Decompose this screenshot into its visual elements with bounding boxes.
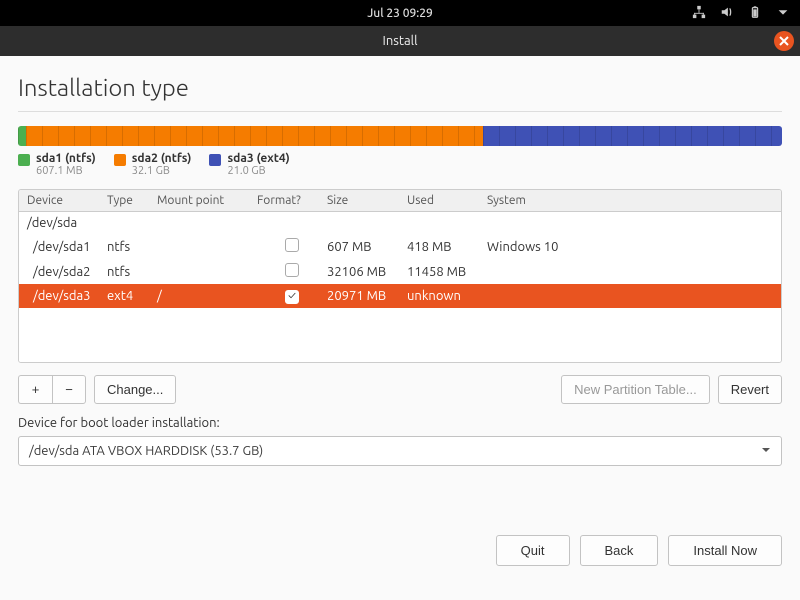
revert-button[interactable]: Revert	[718, 375, 782, 404]
partition-table: Device Type Mount point Format? Size Use…	[18, 189, 782, 363]
partition-table-body: /dev/sda/dev/sda1ntfs 607 MB418 MBWindows…	[19, 212, 781, 362]
bootloader-value: /dev/sda ATA VBOX HARDDISK (53.7 GB)	[29, 444, 263, 458]
gnome-topbar: Jul 23 09:29	[0, 0, 800, 26]
legend-item[interactable]: sda3 (ext4)21.0 GB	[209, 152, 289, 177]
cell-size: 32106 MB	[327, 265, 407, 279]
legend-size: 607.1 MB	[36, 165, 96, 177]
legend-item[interactable]: sda2 (ntfs)32.1 GB	[114, 152, 192, 177]
bootloader-select[interactable]: /dev/sda ATA VBOX HARDDISK (53.7 GB)	[18, 436, 782, 466]
legend-swatch	[18, 154, 30, 166]
disk-segment[interactable]	[18, 126, 26, 146]
cell-used: 418 MB	[407, 240, 487, 254]
page-title: Installation type	[18, 74, 782, 101]
col-system[interactable]: System	[487, 194, 773, 207]
wizard-footer: Quit Back Install Now	[496, 535, 782, 566]
divider	[18, 111, 782, 112]
window-titlebar: Install	[0, 26, 800, 56]
cell-used: 11458 MB	[407, 265, 487, 279]
partition-row[interactable]: /dev/sda1ntfs 607 MB418 MBWindows 10	[19, 234, 781, 259]
cell-type: ntfs	[107, 265, 157, 279]
cell-size: 20971 MB	[327, 289, 407, 303]
volume-icon[interactable]	[720, 5, 734, 22]
format-checkbox[interactable]	[285, 238, 299, 252]
cell-device: /dev/sda1	[27, 240, 107, 254]
cell-system: Windows 10	[487, 240, 773, 254]
installer-window: Installation type sda1 (ntfs)607.1 MBsda…	[0, 56, 800, 600]
disk-legend: sda1 (ntfs)607.1 MBsda2 (ntfs)32.1 GBsda…	[18, 152, 782, 177]
partition-row[interactable]: /dev/sda3ext4/ 20971 MBunknown	[19, 284, 781, 308]
disk-usage-bar	[18, 126, 782, 146]
legend-label: sda3 (ext4)	[227, 152, 289, 165]
network-icon[interactable]	[692, 5, 706, 22]
quit-button[interactable]: Quit	[496, 535, 570, 566]
col-mount[interactable]: Mount point	[157, 194, 257, 207]
chevron-down-icon	[761, 444, 771, 458]
legend-size: 21.0 GB	[227, 165, 289, 177]
system-tray[interactable]	[692, 0, 790, 26]
change-partition-button[interactable]: Change...	[94, 375, 176, 404]
partition-toolbar: + − Change... New Partition Table... Rev…	[18, 375, 782, 404]
cell-device: /dev/sda	[27, 216, 107, 230]
legend-item[interactable]: sda1 (ntfs)607.1 MB	[18, 152, 96, 177]
close-button[interactable]	[774, 31, 794, 51]
cell-mount: /	[157, 289, 257, 303]
cell-type: ntfs	[107, 240, 157, 254]
install-now-button[interactable]: Install Now	[668, 535, 782, 566]
battery-icon[interactable]	[748, 5, 762, 22]
add-partition-button[interactable]: +	[18, 375, 52, 404]
cell-device: /dev/sda3	[27, 289, 107, 303]
back-button[interactable]: Back	[580, 535, 659, 566]
legend-size: 32.1 GB	[132, 165, 192, 177]
partition-row[interactable]: /dev/sda2ntfs 32106 MB11458 MB	[19, 259, 781, 284]
col-format[interactable]: Format?	[257, 194, 327, 207]
bootloader-label: Device for boot loader installation:	[18, 416, 782, 430]
col-device[interactable]: Device	[27, 194, 107, 207]
cell-used: unknown	[407, 289, 487, 303]
legend-swatch	[209, 154, 221, 166]
col-size[interactable]: Size	[327, 194, 407, 207]
disk-segment[interactable]	[26, 126, 483, 146]
cell-type: ext4	[107, 289, 157, 303]
col-used[interactable]: Used	[407, 194, 487, 207]
clock[interactable]: Jul 23 09:29	[367, 7, 433, 20]
legend-label: sda2 (ntfs)	[132, 152, 192, 165]
partition-table-header: Device Type Mount point Format? Size Use…	[19, 190, 781, 212]
chevron-down-icon[interactable]	[776, 5, 790, 22]
format-checkbox[interactable]	[285, 290, 299, 304]
disk-segment[interactable]	[483, 126, 782, 146]
col-type[interactable]: Type	[107, 194, 157, 207]
cell-size: 607 MB	[327, 240, 407, 254]
close-icon	[779, 36, 789, 46]
cell-device: /dev/sda2	[27, 265, 107, 279]
format-checkbox[interactable]	[285, 263, 299, 277]
remove-partition-button[interactable]: −	[52, 375, 86, 404]
window-title: Install	[383, 34, 418, 48]
legend-swatch	[114, 154, 126, 166]
new-partition-table-button[interactable]: New Partition Table...	[561, 375, 710, 404]
legend-label: sda1 (ntfs)	[36, 152, 96, 165]
partition-row[interactable]: /dev/sda	[19, 212, 781, 234]
